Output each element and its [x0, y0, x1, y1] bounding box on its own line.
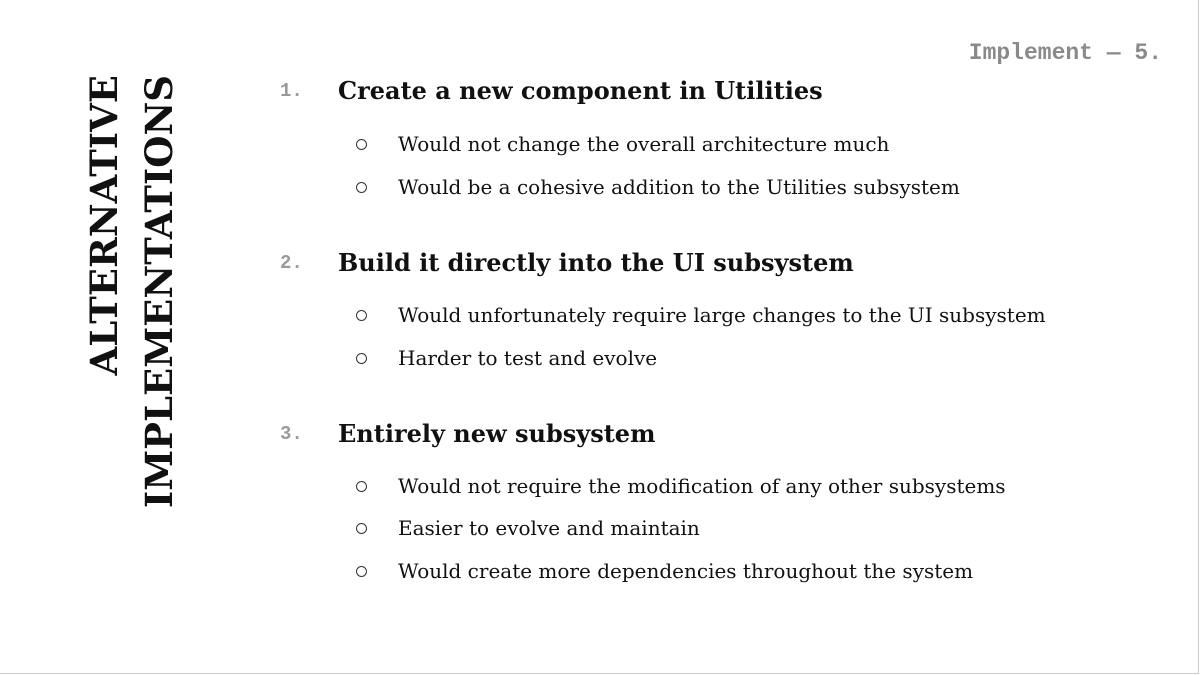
hollow-bullet-icon [356, 481, 367, 492]
sub-point-text: Would not change the overall architectur… [398, 132, 890, 156]
hollow-bullet-icon [356, 182, 367, 193]
item-number: 3. [280, 423, 303, 445]
sub-point-text: Would be a cohesive addition to the Util… [398, 175, 960, 199]
title-line-1: ALTERNATIVE [82, 75, 126, 376]
slide-title: ALTERNATIVE IMPLEMENTATIONS [77, 75, 187, 535]
sub-point-text: Easier to evolve and maintain [398, 516, 700, 540]
hollow-bullet-icon [356, 566, 367, 577]
sub-point-text: Would create more dependencies throughou… [398, 559, 974, 583]
sub-point-text: Harder to test and evolve [398, 346, 658, 370]
hollow-bullet-icon [356, 139, 367, 150]
item-heading: Create a new component in Utilities [338, 76, 823, 105]
hollow-bullet-icon [356, 523, 367, 534]
sub-point-text: Would not require the modification of an… [398, 474, 1006, 498]
title-line-2: IMPLEMENTATIONS [137, 75, 181, 509]
item-heading: Build it directly into the UI subsystem [338, 248, 854, 277]
page-tag: Implement — 5. [968, 40, 1162, 66]
item-heading: Entirely new subsystem [338, 419, 656, 448]
hollow-bullet-icon [356, 353, 367, 364]
sub-point-text: Would unfortunately require large change… [398, 303, 1046, 327]
hollow-bullet-icon [356, 310, 367, 321]
item-number: 2. [280, 252, 303, 274]
item-number: 1. [280, 80, 303, 102]
